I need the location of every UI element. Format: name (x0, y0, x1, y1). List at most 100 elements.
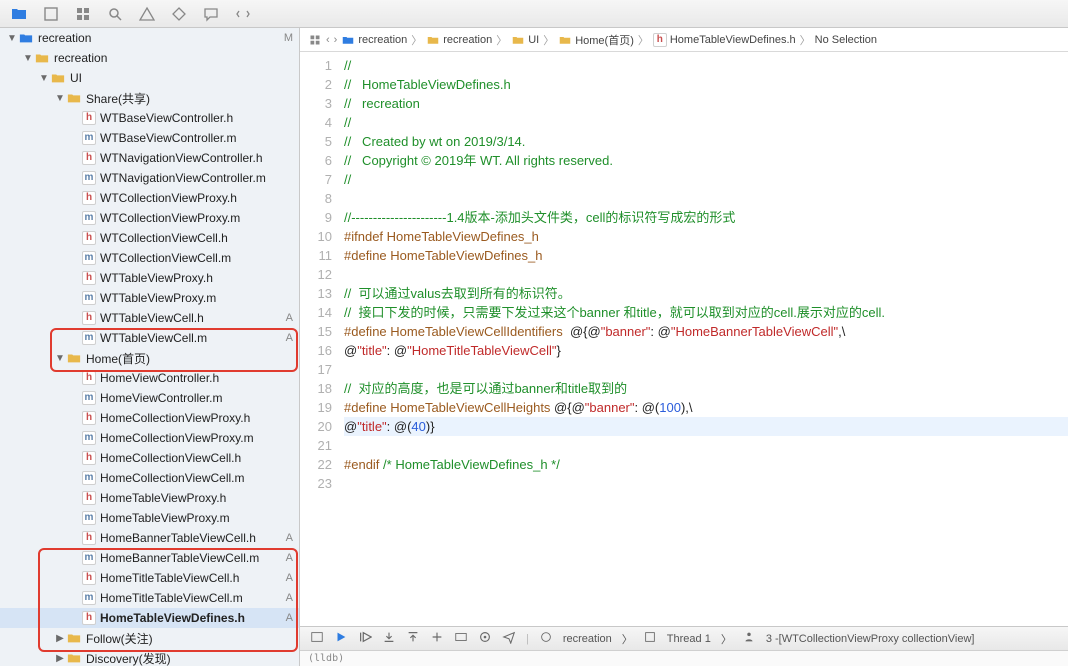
tree-row[interactable]: ▼Share(共享) (0, 88, 299, 108)
source-editor[interactable]: 1234567891011121314151617181920212223 //… (300, 52, 1068, 626)
tree-row[interactable]: hWTCollectionViewProxy.h (0, 188, 299, 208)
tree-row[interactable]: mWTNavigationViewController.m (0, 168, 299, 188)
debug-control-icon[interactable] (358, 630, 372, 647)
code-content[interactable]: //// HomeTableViewDefines.h// recreation… (340, 52, 1068, 626)
tree-row[interactable]: hHomeTitleTableViewCell.hA (0, 568, 299, 588)
tree-row[interactable]: mWTTableViewCell.mA (0, 328, 299, 348)
tree-row[interactable]: hHomeTableViewProxy.h (0, 488, 299, 508)
code-line[interactable]: #define HomeTableViewDefines_h (344, 246, 1068, 265)
debug-control-icon[interactable] (310, 630, 324, 647)
code-line[interactable] (344, 360, 1068, 379)
code-line[interactable]: // HomeTableViewDefines.h (344, 75, 1068, 94)
breadcrumb-item[interactable]: No Selection (815, 34, 877, 46)
code-line[interactable]: // 接口下发的时候，只需要下发过来这个banner 和title，就可以取到对… (344, 303, 1068, 322)
disclosure-icon[interactable]: ▼ (38, 73, 50, 84)
tree-row[interactable]: hHomeViewController.h (0, 368, 299, 388)
disclosure-icon[interactable]: ▼ (54, 353, 66, 364)
tree-row[interactable]: hHomeTableViewDefines.hA (0, 608, 299, 628)
project-navigator[interactable]: ▼recreationM▼recreation▼UI▼Share(共享)hWTB… (0, 28, 300, 666)
debug-crumb-thread[interactable]: Thread 1 (667, 633, 711, 645)
disclosure-icon[interactable]: ▼ (6, 33, 18, 44)
tree-row[interactable]: mHomeTableViewProxy.m (0, 508, 299, 528)
code-line[interactable]: @"title": @"HomeTitleTableViewCell"} (344, 341, 1068, 360)
tree-row[interactable]: hWTTableViewProxy.h (0, 268, 299, 288)
tree-row[interactable]: mWTCollectionViewProxy.m (0, 208, 299, 228)
debug-control-icon[interactable] (478, 630, 492, 647)
debug-control-icon[interactable] (406, 630, 420, 647)
forward-button[interactable]: › (334, 34, 338, 46)
tree-row[interactable]: hHomeCollectionViewProxy.h (0, 408, 299, 428)
tree-row[interactable]: hWTBaseViewController.h (0, 108, 299, 128)
debug-crumb-frame[interactable]: 3 -[WTCollectionViewProxy collectionView… (766, 633, 975, 645)
tree-row[interactable]: mHomeCollectionViewCell.m (0, 468, 299, 488)
code-line[interactable]: // recreation (344, 94, 1068, 113)
debug-control-icon[interactable] (430, 630, 444, 647)
jump-bar[interactable]: ‹›recreation〉recreation〉UI〉Home(首页)〉hHom… (300, 28, 1068, 52)
toolbar-folder-icon[interactable] (10, 5, 28, 23)
toolbar-search-icon[interactable] (106, 5, 124, 23)
tree-row[interactable]: mHomeCollectionViewProxy.m (0, 428, 299, 448)
tree-row[interactable]: mHomeViewController.m (0, 388, 299, 408)
debug-control-icon[interactable] (334, 630, 348, 647)
tree-row[interactable]: ▼UI (0, 68, 299, 88)
toolbar-chat-icon[interactable] (202, 5, 220, 23)
code-line[interactable]: #endif /* HomeTableViewDefines_h */ (344, 455, 1068, 474)
toolbar-arrows-icon[interactable] (234, 5, 252, 23)
code-line[interactable]: #define HomeTableViewCellHeights @{@"ban… (344, 398, 1068, 417)
header-file-icon: h (82, 231, 96, 245)
debug-control-icon[interactable] (502, 630, 516, 647)
tree-row[interactable]: ▶Discovery(发现) (0, 648, 299, 666)
tree-row[interactable]: mWTBaseViewController.m (0, 128, 299, 148)
disclosure-icon[interactable]: ▶ (54, 653, 66, 664)
code-line[interactable]: // Copyright © 2019年 WT. All rights rese… (344, 151, 1068, 170)
back-button[interactable]: ‹ (326, 34, 330, 46)
tree-row[interactable]: mWTCollectionViewCell.m (0, 248, 299, 268)
code-line[interactable] (344, 189, 1068, 208)
tree-row[interactable]: ▶Follow(关注) (0, 628, 299, 648)
tree-row[interactable]: ▼Home(首页) (0, 348, 299, 368)
breadcrumb-item[interactable]: hHomeTableViewDefines.h (653, 33, 796, 47)
disclosure-icon[interactable]: ▼ (54, 93, 66, 104)
debug-bar[interactable]: |recreation〉Thread 1〉3 -[WTCollectionVie… (300, 626, 1068, 650)
code-line[interactable] (344, 474, 1068, 493)
breadcrumb-label: HomeTableViewDefines.h (670, 34, 796, 46)
toolbar-diamond-icon[interactable] (170, 5, 188, 23)
code-line[interactable]: @"title": @(40)} (344, 417, 1068, 436)
breadcrumb-separator: 〉 (638, 32, 649, 48)
code-line[interactable]: // 可以通过valus去取到所有的标识符。 (344, 284, 1068, 303)
related-items-icon[interactable] (308, 33, 322, 47)
code-line[interactable] (344, 436, 1068, 455)
toolbar-box-icon[interactable] (42, 5, 60, 23)
tree-row[interactable]: hWTTableViewCell.hA (0, 308, 299, 328)
breadcrumb-item[interactable]: recreation (341, 33, 407, 47)
code-line[interactable]: // Created by wt on 2019/3/14. (344, 132, 1068, 151)
breadcrumb-item[interactable]: recreation (426, 33, 492, 47)
tree-row[interactable]: mHomeBannerTableViewCell.mA (0, 548, 299, 568)
debug-control-icon[interactable] (382, 630, 396, 647)
disclosure-icon[interactable]: ▶ (54, 633, 66, 644)
breadcrumb-item[interactable]: UI (511, 33, 539, 47)
code-line[interactable]: #define HomeTableViewCellIdentifiers @{@… (344, 322, 1068, 341)
tree-row[interactable]: hWTNavigationViewController.h (0, 148, 299, 168)
code-line[interactable] (344, 265, 1068, 284)
tree-row[interactable]: mWTTableViewProxy.m (0, 288, 299, 308)
tree-row[interactable]: hWTCollectionViewCell.h (0, 228, 299, 248)
code-line[interactable]: //----------------------1.4版本-添加头文件类，cel… (344, 208, 1068, 227)
code-line[interactable]: // 对应的高度，也是可以通过banner和title取到的 (344, 379, 1068, 398)
tree-row[interactable]: hHomeBannerTableViewCell.hA (0, 528, 299, 548)
toolbar-warning-icon[interactable] (138, 5, 156, 23)
tree-row[interactable]: mHomeTitleTableViewCell.mA (0, 588, 299, 608)
code-line[interactable]: #ifndef HomeTableViewDefines_h (344, 227, 1068, 246)
code-line[interactable]: // (344, 170, 1068, 189)
debug-control-icon[interactable] (454, 630, 468, 647)
code-line[interactable]: // (344, 56, 1068, 75)
debug-crumb-target[interactable]: recreation (563, 633, 612, 645)
toolbar-grid-icon[interactable] (74, 5, 92, 23)
tree-row[interactable]: ▼recreation (0, 48, 299, 68)
breadcrumb-item[interactable]: Home(首页) (558, 32, 634, 48)
tree-row[interactable]: ▼recreationM (0, 28, 299, 48)
code-line[interactable]: // (344, 113, 1068, 132)
lldb-prompt[interactable]: (lldb) (300, 650, 1068, 666)
disclosure-icon[interactable]: ▼ (22, 53, 34, 64)
tree-row[interactable]: hHomeCollectionViewCell.h (0, 448, 299, 468)
